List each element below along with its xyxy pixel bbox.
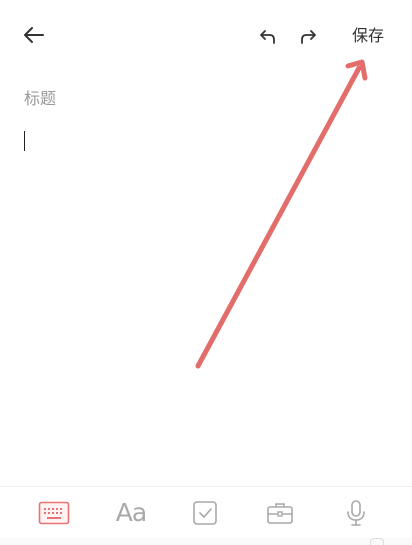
voice-input-button[interactable]	[342, 497, 370, 529]
checkbox-icon	[193, 501, 217, 525]
briefcase-icon	[267, 503, 293, 524]
toolbox-button[interactable]	[264, 497, 296, 529]
keyboard-icon	[38, 501, 70, 525]
redo-icon	[301, 30, 316, 44]
bottom-strip	[0, 538, 412, 545]
body-text-caret[interactable]	[24, 131, 25, 151]
text-format-button[interactable]: Aa	[110, 497, 152, 529]
scroll-handle[interactable]	[370, 538, 384, 545]
bottom-toolbar: Aa	[0, 486, 412, 539]
microphone-icon	[347, 500, 365, 526]
checklist-button[interactable]	[190, 497, 220, 529]
save-button[interactable]: 保存	[344, 22, 392, 50]
note-editor-screen: 保存 标题 Aa	[0, 0, 412, 545]
redo-button[interactable]	[292, 20, 324, 52]
back-arrow-icon	[24, 27, 44, 43]
annotation-arrow-overlay	[195, 59, 368, 369]
keyboard-button[interactable]	[36, 497, 72, 529]
undo-icon	[260, 30, 275, 44]
text-format-icon: Aa	[115, 498, 147, 527]
back-button[interactable]	[16, 18, 52, 52]
title-input[interactable]: 标题	[24, 85, 56, 109]
undo-button[interactable]	[252, 20, 284, 52]
